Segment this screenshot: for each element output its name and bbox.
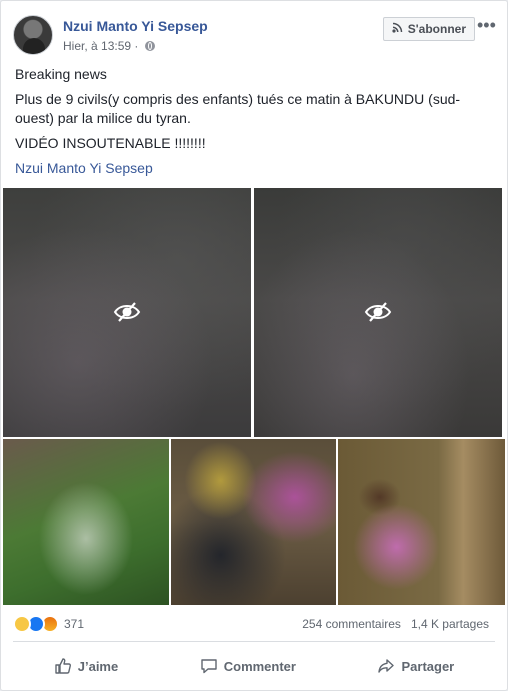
post-card: Nzui Manto Yi Sepsep Hier, à 13:59 · S'a… (0, 0, 508, 691)
post-line: Plus de 9 civils(y compris des enfants) … (15, 91, 461, 126)
post-text: Breaking news Plus de 9 civils(y compris… (15, 65, 493, 184)
blurred-video-1[interactable] (3, 188, 251, 437)
more-options-icon[interactable]: ••• (477, 16, 496, 35)
share-button[interactable]: Partager (369, 651, 462, 681)
comment-button[interactable]: Commenter (192, 651, 304, 681)
post-stats: 371 254 commentaires 1,4 K partages (13, 615, 489, 635)
reaction-summary[interactable]: 371 (13, 615, 84, 633)
timestamp[interactable]: Hier, à 13:59 · (63, 39, 138, 53)
eye-slash-icon (364, 302, 392, 322)
photo-2[interactable] (171, 439, 336, 605)
action-bar: J’aime Commenter Partager (13, 647, 495, 685)
photo-1[interactable] (3, 439, 169, 605)
blurred-video-2[interactable] (254, 188, 502, 437)
like-button[interactable]: J’aime (46, 651, 126, 681)
thumbs-up-icon (55, 658, 71, 674)
share-label: Partager (401, 658, 455, 674)
shares-count[interactable]: 1,4 K partages (411, 617, 489, 631)
reaction-count: 371 (64, 617, 85, 631)
comment-icon (201, 659, 217, 674)
eye-slash-icon (113, 302, 141, 322)
photo-3[interactable] (338, 439, 505, 605)
post-line: VIDÉO INSOUTENABLE !!!!!!!! (15, 135, 206, 151)
follow-label: S'abonner (407, 22, 466, 36)
post-meta: Hier, à 13:59 · (63, 39, 156, 53)
sad-reaction-icon (13, 615, 31, 633)
author-tag-link[interactable]: Nzui Manto Yi Sepsep (15, 159, 493, 178)
post-line: Breaking news (15, 66, 107, 82)
author-name[interactable]: Nzui Manto Yi Sepsep (63, 18, 208, 34)
engagement-counts: 254 commentaires 1,4 K partages (302, 617, 489, 631)
comment-label: Commenter (223, 658, 296, 674)
author-avatar[interactable] (13, 15, 53, 55)
comments-count[interactable]: 254 commentaires (302, 617, 401, 631)
globe-icon (145, 41, 156, 51)
divider (13, 641, 495, 642)
follow-button[interactable]: S'abonner (382, 17, 475, 41)
media-grid (3, 188, 505, 605)
like-label: J’aime (77, 658, 119, 674)
post-header: Nzui Manto Yi Sepsep Hier, à 13:59 · S'a… (13, 15, 496, 59)
rss-icon (392, 22, 403, 36)
share-arrow-icon (378, 659, 395, 673)
